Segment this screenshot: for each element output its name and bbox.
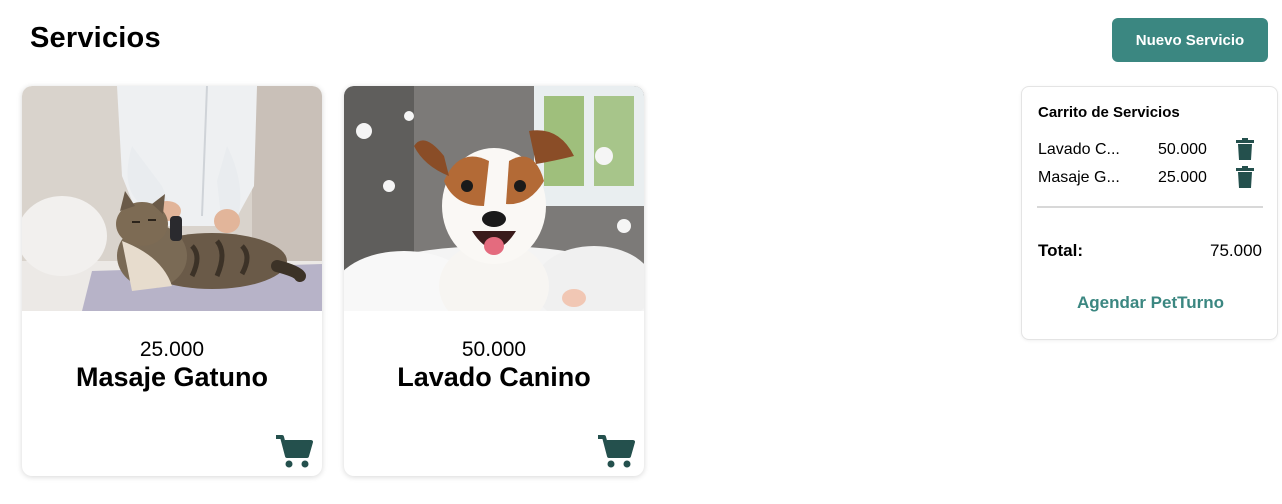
service-image-cat-massage (22, 86, 322, 311)
total-value: 75.000 (1210, 241, 1262, 260)
service-card: 25.000 Masaje Gatuno (22, 86, 322, 476)
service-card: 50.000 Lavado Canino (344, 86, 644, 476)
remove-item-button[interactable] (1236, 138, 1254, 160)
cart-panel: Carrito de Servicios Lavado C... 50.000 … (1021, 86, 1278, 340)
trash-icon (1236, 166, 1254, 188)
service-name: Lavado Canino (397, 362, 591, 392)
cart-icon (276, 435, 313, 468)
page-title: Servicios (30, 22, 161, 54)
cart-item-name: Masaje G... (1038, 169, 1120, 186)
add-to-cart-button[interactable] (274, 434, 314, 470)
trash-icon (1236, 138, 1254, 160)
services-page: Servicios Nuevo Servicio 25.000 Masaje G… (0, 0, 1282, 504)
service-image-dog-bath (344, 86, 644, 311)
service-price: 25.000 (139, 338, 205, 361)
cart-item-price: 50.000 (1158, 141, 1207, 158)
cart-divider (1037, 206, 1263, 208)
cart-item: Lavado C... 50.000 (1038, 138, 1268, 162)
cart-item-price: 25.000 (1158, 169, 1207, 186)
schedule-petturno-button[interactable]: Agendar PetTurno (1022, 293, 1279, 313)
service-name: Masaje Gatuno (75, 362, 269, 392)
remove-item-button[interactable] (1236, 166, 1254, 188)
cart-item-name: Lavado C... (1038, 141, 1120, 158)
cart-title: Carrito de Servicios (1038, 104, 1180, 121)
add-to-cart-button[interactable] (596, 434, 636, 470)
cart-item: Masaje G... 25.000 (1038, 166, 1268, 190)
cart-icon (598, 435, 635, 468)
new-service-button[interactable]: Nuevo Servicio (1112, 18, 1268, 62)
total-label: Total: (1038, 241, 1084, 260)
service-price: 50.000 (461, 338, 527, 361)
